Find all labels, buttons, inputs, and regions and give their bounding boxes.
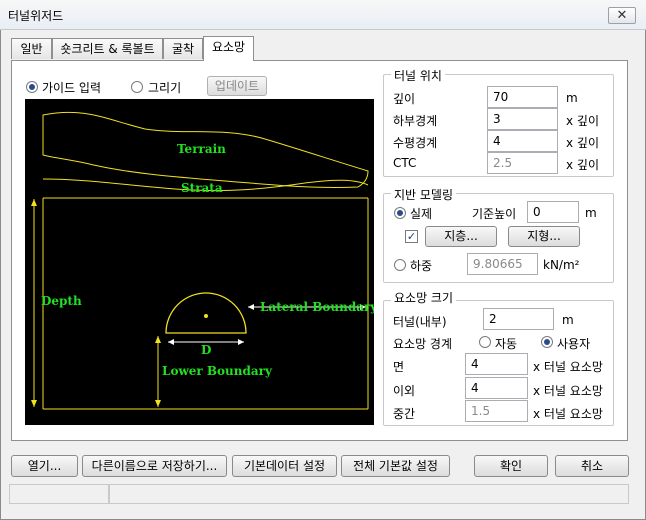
mesh-size-title: 요소망 크기	[391, 289, 457, 306]
actual-radio[interactable]	[394, 207, 406, 219]
open-button[interactable]: 열기...	[11, 455, 78, 477]
strata-label: Strata	[181, 181, 223, 195]
default-data-settings-button[interactable]: 기본데이터 설정	[232, 455, 337, 477]
other-input[interactable]: 4	[465, 377, 528, 399]
actual-label: 실제	[410, 207, 433, 221]
tab-excavation[interactable]: 굴착	[163, 38, 203, 59]
close-button[interactable]: ✕	[608, 7, 636, 24]
tab-general[interactable]: 일반	[11, 38, 52, 59]
horizontal-boundary-input[interactable]: 4	[487, 130, 558, 152]
all-defaults-button[interactable]: 전체 기본값 설정	[341, 455, 450, 477]
face-unit: x 터널 요소망	[533, 360, 603, 374]
status-pane-left	[9, 484, 109, 504]
depth-label: Depth	[41, 294, 82, 308]
lower-boundary-unit: x 깊이	[566, 114, 599, 128]
depth-input[interactable]: 70	[487, 86, 558, 108]
lower-arrow-top	[155, 336, 161, 343]
load-unit: kN/m²	[543, 258, 580, 272]
diameter-label: D	[201, 343, 211, 357]
tunnel-outline	[165, 292, 247, 334]
reference-height-label: 기준높이	[472, 207, 517, 221]
other-unit: x 터널 요소망	[533, 384, 603, 398]
user-label: 사용자	[557, 337, 591, 351]
strata-checkbox[interactable]: ✓	[405, 230, 418, 243]
guide-canvas[interactable]: Terrain Strata Depth Lateral Boundary D …	[25, 99, 374, 425]
mesh-boundary-label: 요소망 경계	[393, 337, 453, 351]
lateral-arrow-left	[248, 304, 254, 310]
tunnel-position-title: 터널 위치	[391, 67, 445, 84]
load-radio[interactable]	[394, 259, 406, 271]
ground-modeling-title: 지반 모델링	[391, 186, 457, 203]
user-radio[interactable]	[541, 336, 553, 348]
cancel-button[interactable]: 취소	[555, 455, 629, 477]
reference-height-unit: m	[585, 206, 597, 220]
draw-label: 그리기	[148, 81, 182, 95]
terrain-button[interactable]: 지형...	[508, 226, 580, 247]
strata-button[interactable]: 지층...	[425, 226, 497, 247]
load-label: 하중	[410, 259, 433, 273]
draw-radio[interactable]	[131, 81, 143, 93]
horizontal-boundary-unit: x 깊이	[566, 136, 599, 150]
depth-arrow-bottom	[31, 400, 37, 407]
update-button[interactable]: 업데이트	[207, 76, 267, 96]
tab-shotcrete-rockbolt[interactable]: 숏크리트 & 록볼트	[52, 38, 163, 59]
diameter-arrow-left	[168, 339, 174, 345]
lower-boundary-field-label: 하부경계	[393, 114, 438, 128]
auto-label: 자동	[495, 337, 518, 351]
guide-input-radio[interactable]	[26, 81, 38, 93]
face-label: 면	[393, 360, 405, 374]
other-label: 이외	[393, 384, 416, 398]
ctc-unit: x 깊이	[566, 158, 599, 172]
middle-input[interactable]: 1.5	[465, 400, 528, 422]
lower-arrow-bottom	[155, 400, 161, 407]
status-pane-right	[109, 484, 629, 504]
tunnel-inner-label: 터널(내부)	[393, 315, 447, 329]
lateral-boundary-label: Lateral Boundary	[260, 300, 374, 314]
window-title: 터널위저드	[8, 9, 64, 23]
diameter-arrow-right	[238, 339, 244, 345]
lower-boundary-input[interactable]: 3	[487, 108, 558, 130]
ok-button[interactable]: 확인	[474, 455, 548, 477]
middle-unit: x 터널 요소망	[533, 407, 603, 421]
load-input[interactable]: 9.80665	[467, 253, 538, 275]
ctc-input[interactable]: 2.5	[487, 152, 558, 174]
save-as-button[interactable]: 다른이름으로 저장하기...	[82, 455, 227, 477]
tunnel-inner-unit: m	[562, 313, 574, 327]
ctc-field-label: CTC	[393, 156, 417, 170]
depth-field-label: 깊이	[393, 92, 416, 106]
middle-label: 중간	[393, 407, 416, 421]
guide-input-label: 가이드 입력	[42, 81, 102, 95]
depth-unit: m	[566, 91, 578, 105]
face-input[interactable]: 4	[465, 353, 528, 375]
reference-height-input[interactable]: 0	[527, 201, 579, 223]
tunnel-center	[204, 314, 208, 318]
tab-mesh[interactable]: 요소망	[203, 36, 254, 61]
lower-boundary-label: Lower Boundary	[162, 364, 273, 378]
auto-radio[interactable]	[479, 336, 491, 348]
tunnel-inner-input[interactable]: 2	[483, 308, 554, 330]
terrain-label: Terrain	[177, 142, 226, 156]
depth-arrow-top	[31, 199, 37, 206]
horizontal-boundary-field-label: 수평경계	[393, 136, 438, 150]
title-bar	[0, 0, 646, 30]
